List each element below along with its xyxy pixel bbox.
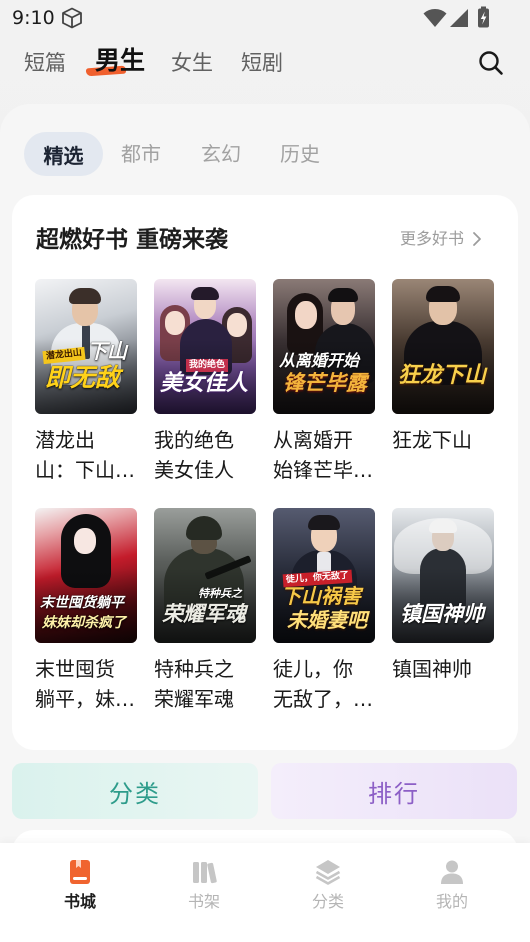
book-item[interactable]: 镇国神帅 镇国神帅	[392, 508, 494, 714]
nav-label: 我的	[435, 892, 468, 911]
tab-female[interactable]: 女生	[171, 50, 213, 76]
book-cover[interactable]: 镇国神帅	[392, 508, 494, 643]
tab-short-stories[interactable]: 短篇	[24, 50, 66, 76]
book-title[interactable]: 镇国神帅	[392, 654, 494, 684]
cover-title-text: 锋芒毕露	[283, 371, 367, 395]
book-title-line: 特种兵之	[154, 657, 234, 681]
book-title-line: 末世囤货	[35, 657, 115, 681]
book-cover[interactable]: 我的绝色 美女佳人	[154, 279, 256, 414]
book-cover[interactable]: 徒儿，你无敌了 下山祸害 未婚妻吧	[273, 508, 375, 643]
nav-label: 书城	[63, 892, 96, 911]
book-title[interactable]: 特种兵之 荣耀军魂	[154, 654, 256, 714]
book-title[interactable]: 潜龙出 山：下山…	[35, 425, 137, 485]
sub-tab-featured[interactable]: 精选	[24, 132, 103, 176]
cover-title-text: 荣耀军魂	[162, 602, 246, 626]
cover-title-text: 即无敌	[45, 363, 121, 392]
book-title-line: 潜龙出	[35, 428, 95, 452]
book-cover[interactable]: 潜龙出山 下山 即无敌	[35, 279, 137, 414]
ranking-shortcut-button[interactable]: 排行	[271, 763, 517, 819]
cube-icon	[62, 7, 82, 29]
book-title-line: 我的绝色	[154, 428, 234, 452]
book-item[interactable]: 潜龙出山 下山 即无敌 潜龙出 山：下山…	[35, 279, 137, 485]
book-cover[interactable]: 特种兵之 荣耀军魂	[154, 508, 256, 643]
book-item[interactable]: 狂龙下山 狂龙下山	[392, 279, 494, 485]
book-cover[interactable]: 末世囤货躺平 妹妹却杀疯了	[35, 508, 137, 643]
cover-title-text: 妹妹却杀疯了	[42, 615, 126, 631]
section-title: 超燃好书 重磅来袭	[36, 227, 229, 253]
figure-hair	[191, 287, 219, 300]
cover-tag-text: 特种兵之	[198, 587, 242, 600]
book-item[interactable]: 徒儿，你无敌了 下山祸害 未婚妻吧 徒儿，你 无敌了，…	[273, 508, 375, 714]
figure-head	[165, 311, 185, 335]
book-title-line: 荣耀军魂	[154, 687, 234, 711]
cover-title-text: 从离婚开始	[279, 351, 360, 370]
book-item[interactable]: 末世囤货躺平 妹妹却杀疯了 末世囤货 躺平，妹…	[35, 508, 137, 714]
book-title-line: 镇国神帅	[392, 657, 472, 681]
more-books-link[interactable]: 更多好书	[400, 229, 482, 249]
book-title-line: 躺平，妹…	[35, 687, 135, 711]
figure-head	[74, 528, 96, 554]
cover-title-text: 下山祸害	[281, 584, 361, 608]
sub-tab-fantasy[interactable]: 玄幻	[201, 141, 241, 167]
book-grid: 潜龙出山 下山 即无敌 潜龙出 山：下山… 我的绝色 美女佳人 我的绝色 美女佳…	[35, 279, 494, 714]
book-title-line: 无敌了，…	[273, 687, 373, 711]
chevron-right-icon	[473, 232, 481, 246]
book-title-line: 山：下山…	[35, 458, 135, 482]
book-item[interactable]: 我的绝色 美女佳人 我的绝色 美女佳人	[154, 279, 256, 485]
bottom-nav: 书城 书架 分类 我的	[0, 843, 530, 942]
nav-label: 书架	[187, 892, 220, 911]
figure-hair	[328, 288, 358, 302]
nav-item-bookshelf[interactable]: 书架	[142, 843, 266, 942]
book-title-line: 始锋芒毕…	[273, 458, 373, 482]
category-shortcut-button[interactable]: 分类	[12, 763, 258, 819]
book-title[interactable]: 从离婚开 始锋芒毕…	[273, 425, 375, 485]
nav-label: 分类	[311, 892, 344, 911]
user-icon	[441, 860, 463, 884]
sub-tab-history[interactable]: 历史	[280, 141, 320, 167]
figure-head	[227, 313, 247, 337]
book-icon	[70, 860, 90, 884]
figure-helmet	[186, 516, 222, 540]
nav-item-profile[interactable]: 我的	[390, 843, 514, 942]
book-cover[interactable]: 从离婚开始 锋芒毕露	[273, 279, 375, 414]
nav-item-bookstore[interactable]: 书城	[18, 843, 142, 942]
signal-icon	[450, 9, 468, 27]
book-item[interactable]: 从离婚开始 锋芒毕露 从离婚开 始锋芒毕…	[273, 279, 375, 485]
book-title[interactable]: 狂龙下山	[392, 425, 494, 455]
bookshelf-icon	[193, 862, 217, 884]
wifi-icon	[423, 9, 447, 27]
cover-title-text: 美女佳人	[160, 371, 249, 396]
book-title[interactable]: 我的绝色 美女佳人	[154, 425, 256, 485]
more-books-label: 更多好书	[400, 229, 465, 248]
main-panel: 精选 都市 玄幻 历史 超燃好书 重磅来袭 更多好书 潜龙出山 下山 即无敌 潜…	[0, 104, 530, 942]
status-time: 9:10	[12, 7, 55, 29]
book-title-line: 美女佳人	[154, 458, 234, 482]
book-cover[interactable]: 狂龙下山	[392, 279, 494, 414]
book-item[interactable]: 特种兵之 荣耀军魂 特种兵之 荣耀军魂	[154, 508, 256, 714]
cover-title-text: 狂龙下山	[398, 363, 487, 388]
layers-icon	[315, 860, 341, 885]
cover-title-text: 末世囤货躺平	[40, 595, 124, 611]
cover-title-text: 未婚妻吧	[287, 608, 367, 632]
figure-hair	[69, 288, 101, 304]
book-title-line: 徒儿，你	[273, 657, 353, 681]
app-screen: 9:10 短篇 男生 女生 短剧 精选 都市 玄幻 历史 超燃好书 重磅来袭 更…	[0, 0, 530, 942]
book-title-line: 从离婚开	[273, 428, 353, 452]
tab-short-drama[interactable]: 短剧	[241, 50, 283, 76]
search-icon[interactable]	[478, 50, 504, 76]
book-title-line: 狂龙下山	[392, 428, 472, 452]
figure-hair	[429, 519, 457, 533]
nav-item-category[interactable]: 分类	[266, 843, 390, 942]
figure-hair	[308, 515, 340, 530]
figure-hair	[426, 286, 460, 302]
cover-title-text: 下山	[87, 339, 127, 363]
battery-charging-icon	[478, 6, 489, 28]
featured-books-card: 超燃好书 重磅来袭 更多好书 潜龙出山 下山 即无敌 潜龙出 山：下山… 我的绝…	[12, 195, 518, 750]
book-title[interactable]: 末世囤货 躺平，妹…	[35, 654, 137, 714]
book-title[interactable]: 徒儿，你 无敌了，…	[273, 654, 375, 714]
figure-head	[295, 301, 317, 329]
sub-tab-city[interactable]: 都市	[121, 141, 161, 167]
tab-male[interactable]: 男生	[95, 46, 145, 76]
cover-title-text: 镇国神帅	[400, 602, 484, 626]
